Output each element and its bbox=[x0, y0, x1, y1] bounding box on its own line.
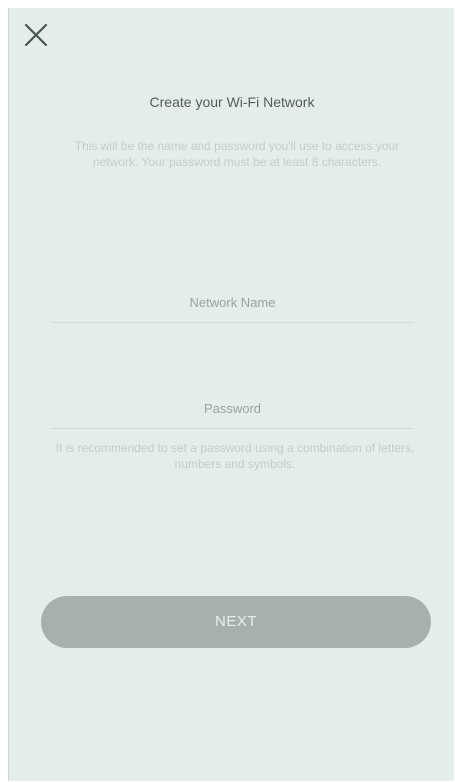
page-subtitle: This will be the name and password you'l… bbox=[74, 139, 400, 169]
close-button[interactable] bbox=[23, 22, 49, 48]
next-button[interactable]: NEXT bbox=[41, 596, 431, 648]
password-field bbox=[51, 388, 414, 429]
network-name-field bbox=[51, 282, 414, 323]
password-hint: It is recommended to set a password usin… bbox=[55, 441, 415, 471]
password-input[interactable] bbox=[51, 388, 414, 428]
network-name-input[interactable] bbox=[51, 282, 414, 322]
page-title: Create your Wi-Fi Network bbox=[149, 94, 315, 110]
close-icon bbox=[24, 23, 48, 47]
wifi-setup-screen: Create your Wi-Fi Network This will be t… bbox=[8, 8, 454, 781]
